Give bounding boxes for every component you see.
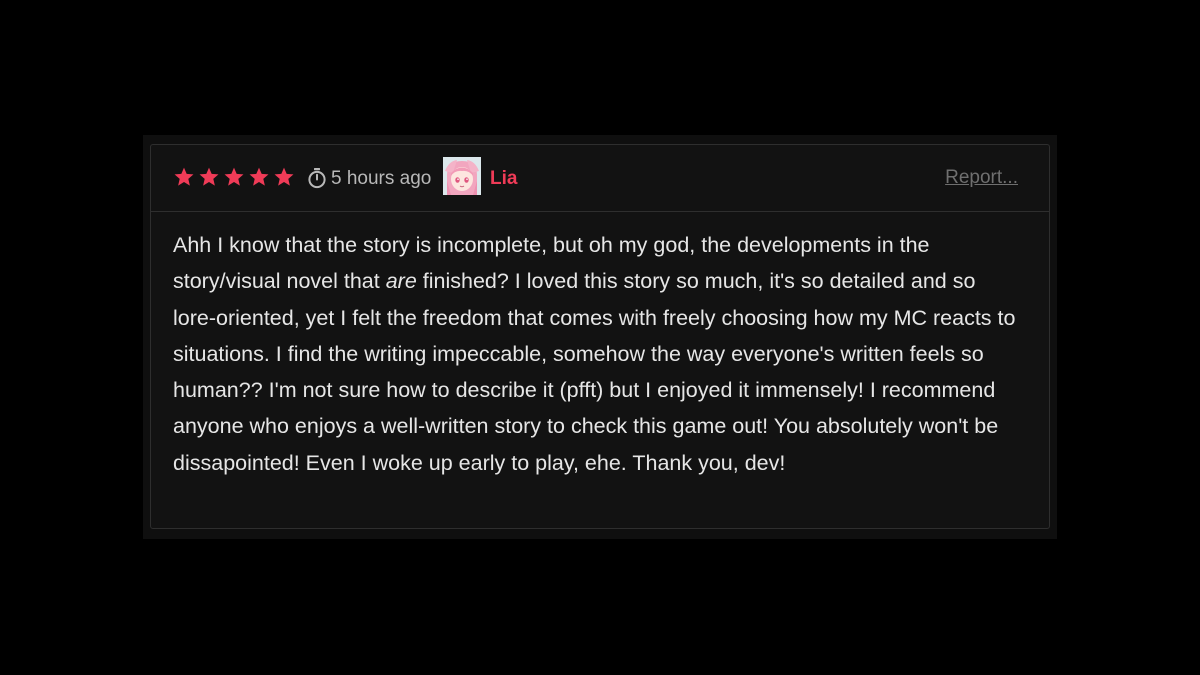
avatar[interactable]: [443, 157, 481, 195]
avatar-image: [443, 157, 481, 195]
review-header: 5 hours ago Lia Report...: [151, 145, 1049, 212]
report-link[interactable]: Report...: [945, 166, 1018, 190]
star-rating: [173, 166, 295, 188]
review-time: 5 hours ago: [331, 168, 432, 189]
star-icon: [274, 167, 294, 186]
star-icon: [174, 167, 194, 186]
star-icon: [224, 167, 244, 186]
reviewer-name[interactable]: Lia: [490, 167, 517, 191]
review-card: 5 hours ago Lia Report... Ahh I know tha…: [150, 144, 1050, 529]
review-text-part-2: finished? I loved this story so much, it…: [173, 269, 1016, 475]
review-text-emphasis: are: [385, 269, 417, 294]
star-icon: [199, 167, 219, 186]
timer-icon: [308, 168, 326, 189]
review-text: Ahh I know that the story is incomplete,…: [173, 227, 1023, 481]
star-icon: [249, 167, 269, 186]
